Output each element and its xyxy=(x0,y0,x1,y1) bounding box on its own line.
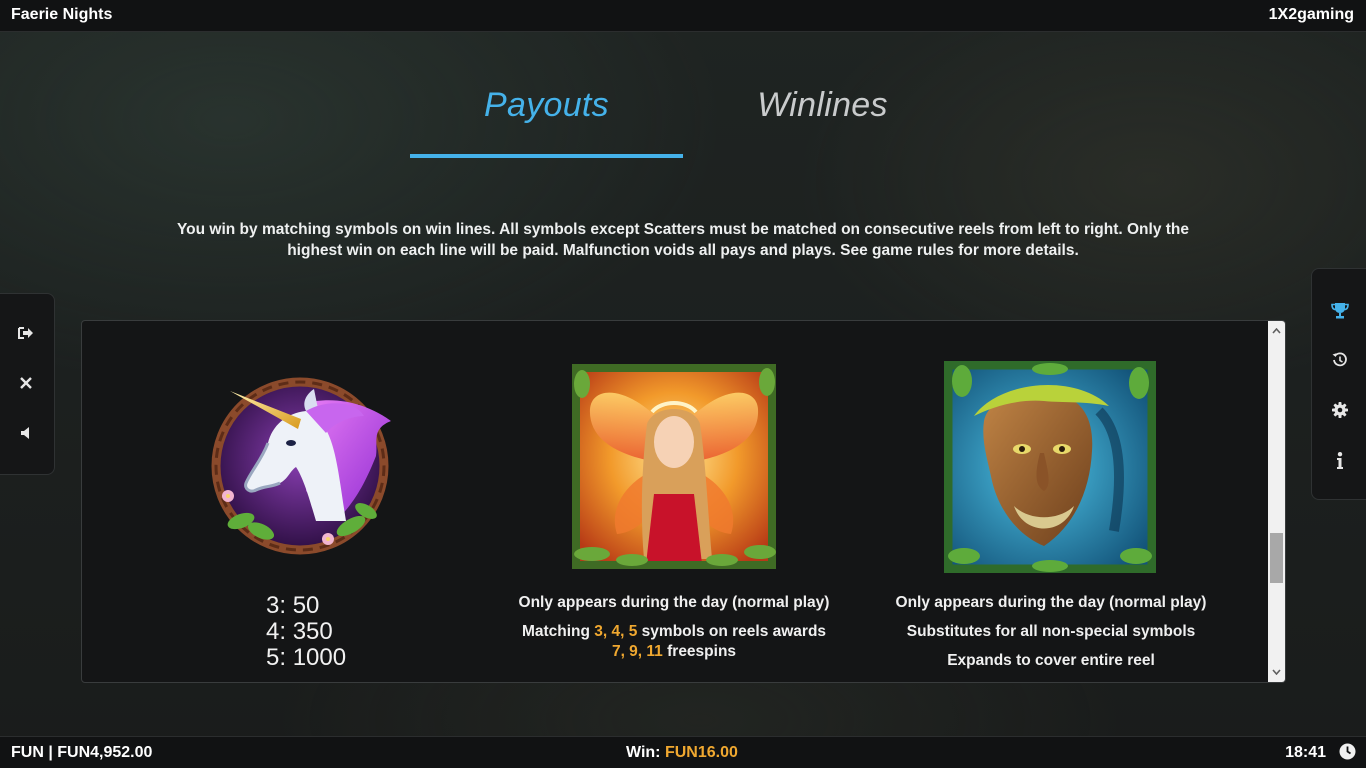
scroll-thumb[interactable] xyxy=(1270,533,1283,583)
payout-row: 5: 1000 xyxy=(266,644,347,671)
sound-button[interactable] xyxy=(11,418,41,448)
right-sidebar xyxy=(1311,268,1366,500)
close-icon xyxy=(20,377,32,389)
chevron-up-icon xyxy=(1272,328,1281,334)
unicorn-paytable: 3: 50 4: 350 5: 1000 xyxy=(266,593,366,671)
clock-icon xyxy=(1339,743,1356,760)
panel-scrollbar[interactable] xyxy=(1268,321,1285,682)
unicorn-symbol xyxy=(211,377,391,555)
info-button[interactable] xyxy=(1325,445,1355,475)
brand-name: 1X2gaming xyxy=(1268,6,1354,23)
payouts-panel[interactable]: 3: 50 4: 350 5: 1000 Only appears during… xyxy=(81,320,1286,683)
scatter-award-text: Matching 3, 4, 5 symbols on reels awards… xyxy=(521,623,827,660)
chevron-down-icon xyxy=(1272,669,1281,675)
wild-availability-text: Only appears during the day (normal play… xyxy=(895,594,1207,611)
bottom-bar: FUN | FUN4,952.00 Win: FUN16.00 18:41 xyxy=(0,736,1366,768)
info-icon xyxy=(1337,451,1343,469)
win-display: Win: FUN16.00 xyxy=(626,744,738,761)
settings-button[interactable] xyxy=(1325,395,1355,425)
balance-display: FUN | FUN4,952.00 xyxy=(11,744,153,761)
fairy-scatter-description: Only appears during the day (normal play… xyxy=(482,593,866,662)
tree-spirit-wild-symbol xyxy=(944,361,1156,573)
fairy-scatter-symbol xyxy=(572,364,776,569)
tab-payouts[interactable]: Payouts xyxy=(410,86,683,125)
scatter-availability-text: Only appears during the day (normal play… xyxy=(518,594,830,611)
sound-icon xyxy=(21,427,29,439)
win-amount: FUN16.00 xyxy=(664,744,738,761)
close-button[interactable] xyxy=(11,368,41,398)
trophy-icon xyxy=(1331,302,1349,318)
tab-winlines[interactable]: Winlines xyxy=(700,86,945,125)
tree-spirit-wild-description: Only appears during the day (normal play… xyxy=(872,593,1230,671)
history-icon xyxy=(1332,352,1347,367)
exit-button[interactable] xyxy=(11,318,41,348)
wild-substitute-text: Substitutes for all non-special symbols xyxy=(906,623,1196,640)
scroll-up-button[interactable] xyxy=(1268,323,1285,339)
game-title: Faerie Nights xyxy=(11,6,113,23)
payout-rules-text: You win by matching symbols on win lines… xyxy=(176,221,1190,259)
payout-row: 4: 350 xyxy=(266,618,333,645)
top-bar: Faerie Nights 1X2gaming xyxy=(0,0,1366,32)
paytable-button[interactable] xyxy=(1325,295,1355,325)
history-button[interactable] xyxy=(1325,345,1355,375)
clock-time: 18:41 xyxy=(1285,744,1326,761)
wild-expand-text: Expands to cover entire reel xyxy=(947,652,1155,669)
exit-icon xyxy=(18,327,33,339)
active-tab-indicator xyxy=(410,154,683,158)
gear-icon xyxy=(1332,402,1348,418)
payout-row: 3: 50 xyxy=(266,592,320,619)
left-sidebar xyxy=(0,293,55,475)
scroll-down-button[interactable] xyxy=(1268,664,1285,680)
